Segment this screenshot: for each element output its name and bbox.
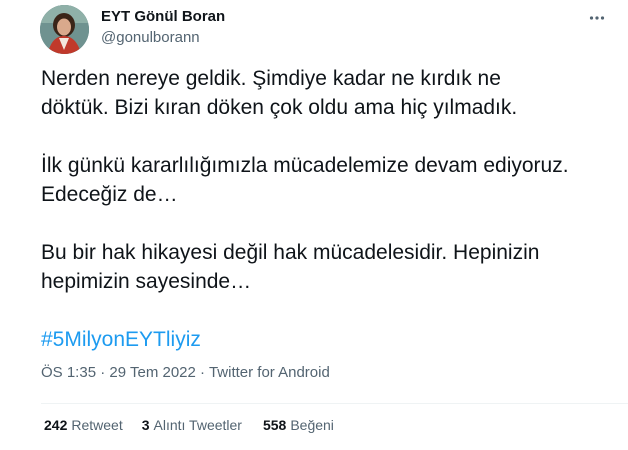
divider [41,403,628,404]
tweet-date[interactable]: 29 Tem 2022 [109,364,195,381]
tweet-line: hepimizin sayesinde… [41,270,252,293]
tweet-paragraph: Nerden nereye geldik. Şimdiye kadar ne k… [41,64,621,122]
tweet-paragraph: İlk günkü kararlılığımızla mücadelemize … [41,151,621,209]
quote-tweets-count: 3 [141,417,150,433]
tweet-line: Bu bir hak hikayesi değil hak mücadelesi… [41,241,540,264]
tweet-source[interactable]: Twitter for Android [209,364,330,381]
tweet-line: İlk günkü kararlılığımızla mücadelemize … [41,154,569,177]
tweet-text: Nerden nereye geldik. Şimdiye kadar ne k… [41,64,621,354]
likes-label: Beğeni [290,417,334,433]
retweets-stat[interactable]: 242 Retweet [44,417,123,433]
more-horizontal-icon [589,16,605,20]
hashtag-link[interactable]: #5MilyonEYTliyiz [41,325,201,354]
tweet-paragraph: Bu bir hak hikayesi değil hak mücadelesi… [41,238,621,296]
tweet-line: Nerden nereye geldik. Şimdiye kadar ne k… [41,67,501,90]
meta-separator: · [100,364,106,381]
retweets-count: 242 [44,417,68,433]
engagement-stats: 242 Retweet 3 Alıntı Tweetler 558 Beğeni [44,417,334,433]
tweet-card: EYT Gönül Boran @gonulborann Nerden nere… [0,0,628,450]
tweet-line: Edeceğiz de… [41,183,178,206]
quote-tweets-stat[interactable]: 3 Alıntı Tweetler [142,417,242,433]
avatar[interactable] [40,5,89,54]
likes-stat[interactable]: 558 Beğeni [263,417,334,433]
author-handle[interactable]: @gonulborann [101,29,200,46]
meta-separator: · [200,364,206,381]
quote-tweets-label: Alıntı Tweetler [153,417,242,433]
more-options-button[interactable] [582,3,612,33]
author-name[interactable]: EYT Gönül Boran [101,8,225,25]
retweets-label: Retweet [71,417,123,433]
tweet-line: döktük. Bizi kıran döken çok oldu ama hi… [41,96,518,119]
profile-photo-image [40,5,89,54]
tweet-time[interactable]: ÖS 1:35 [41,364,96,381]
tweet-metadata: ÖS 1:35 · 29 Tem 2022 · Twitter for Andr… [41,364,330,381]
likes-count: 558 [262,417,287,433]
